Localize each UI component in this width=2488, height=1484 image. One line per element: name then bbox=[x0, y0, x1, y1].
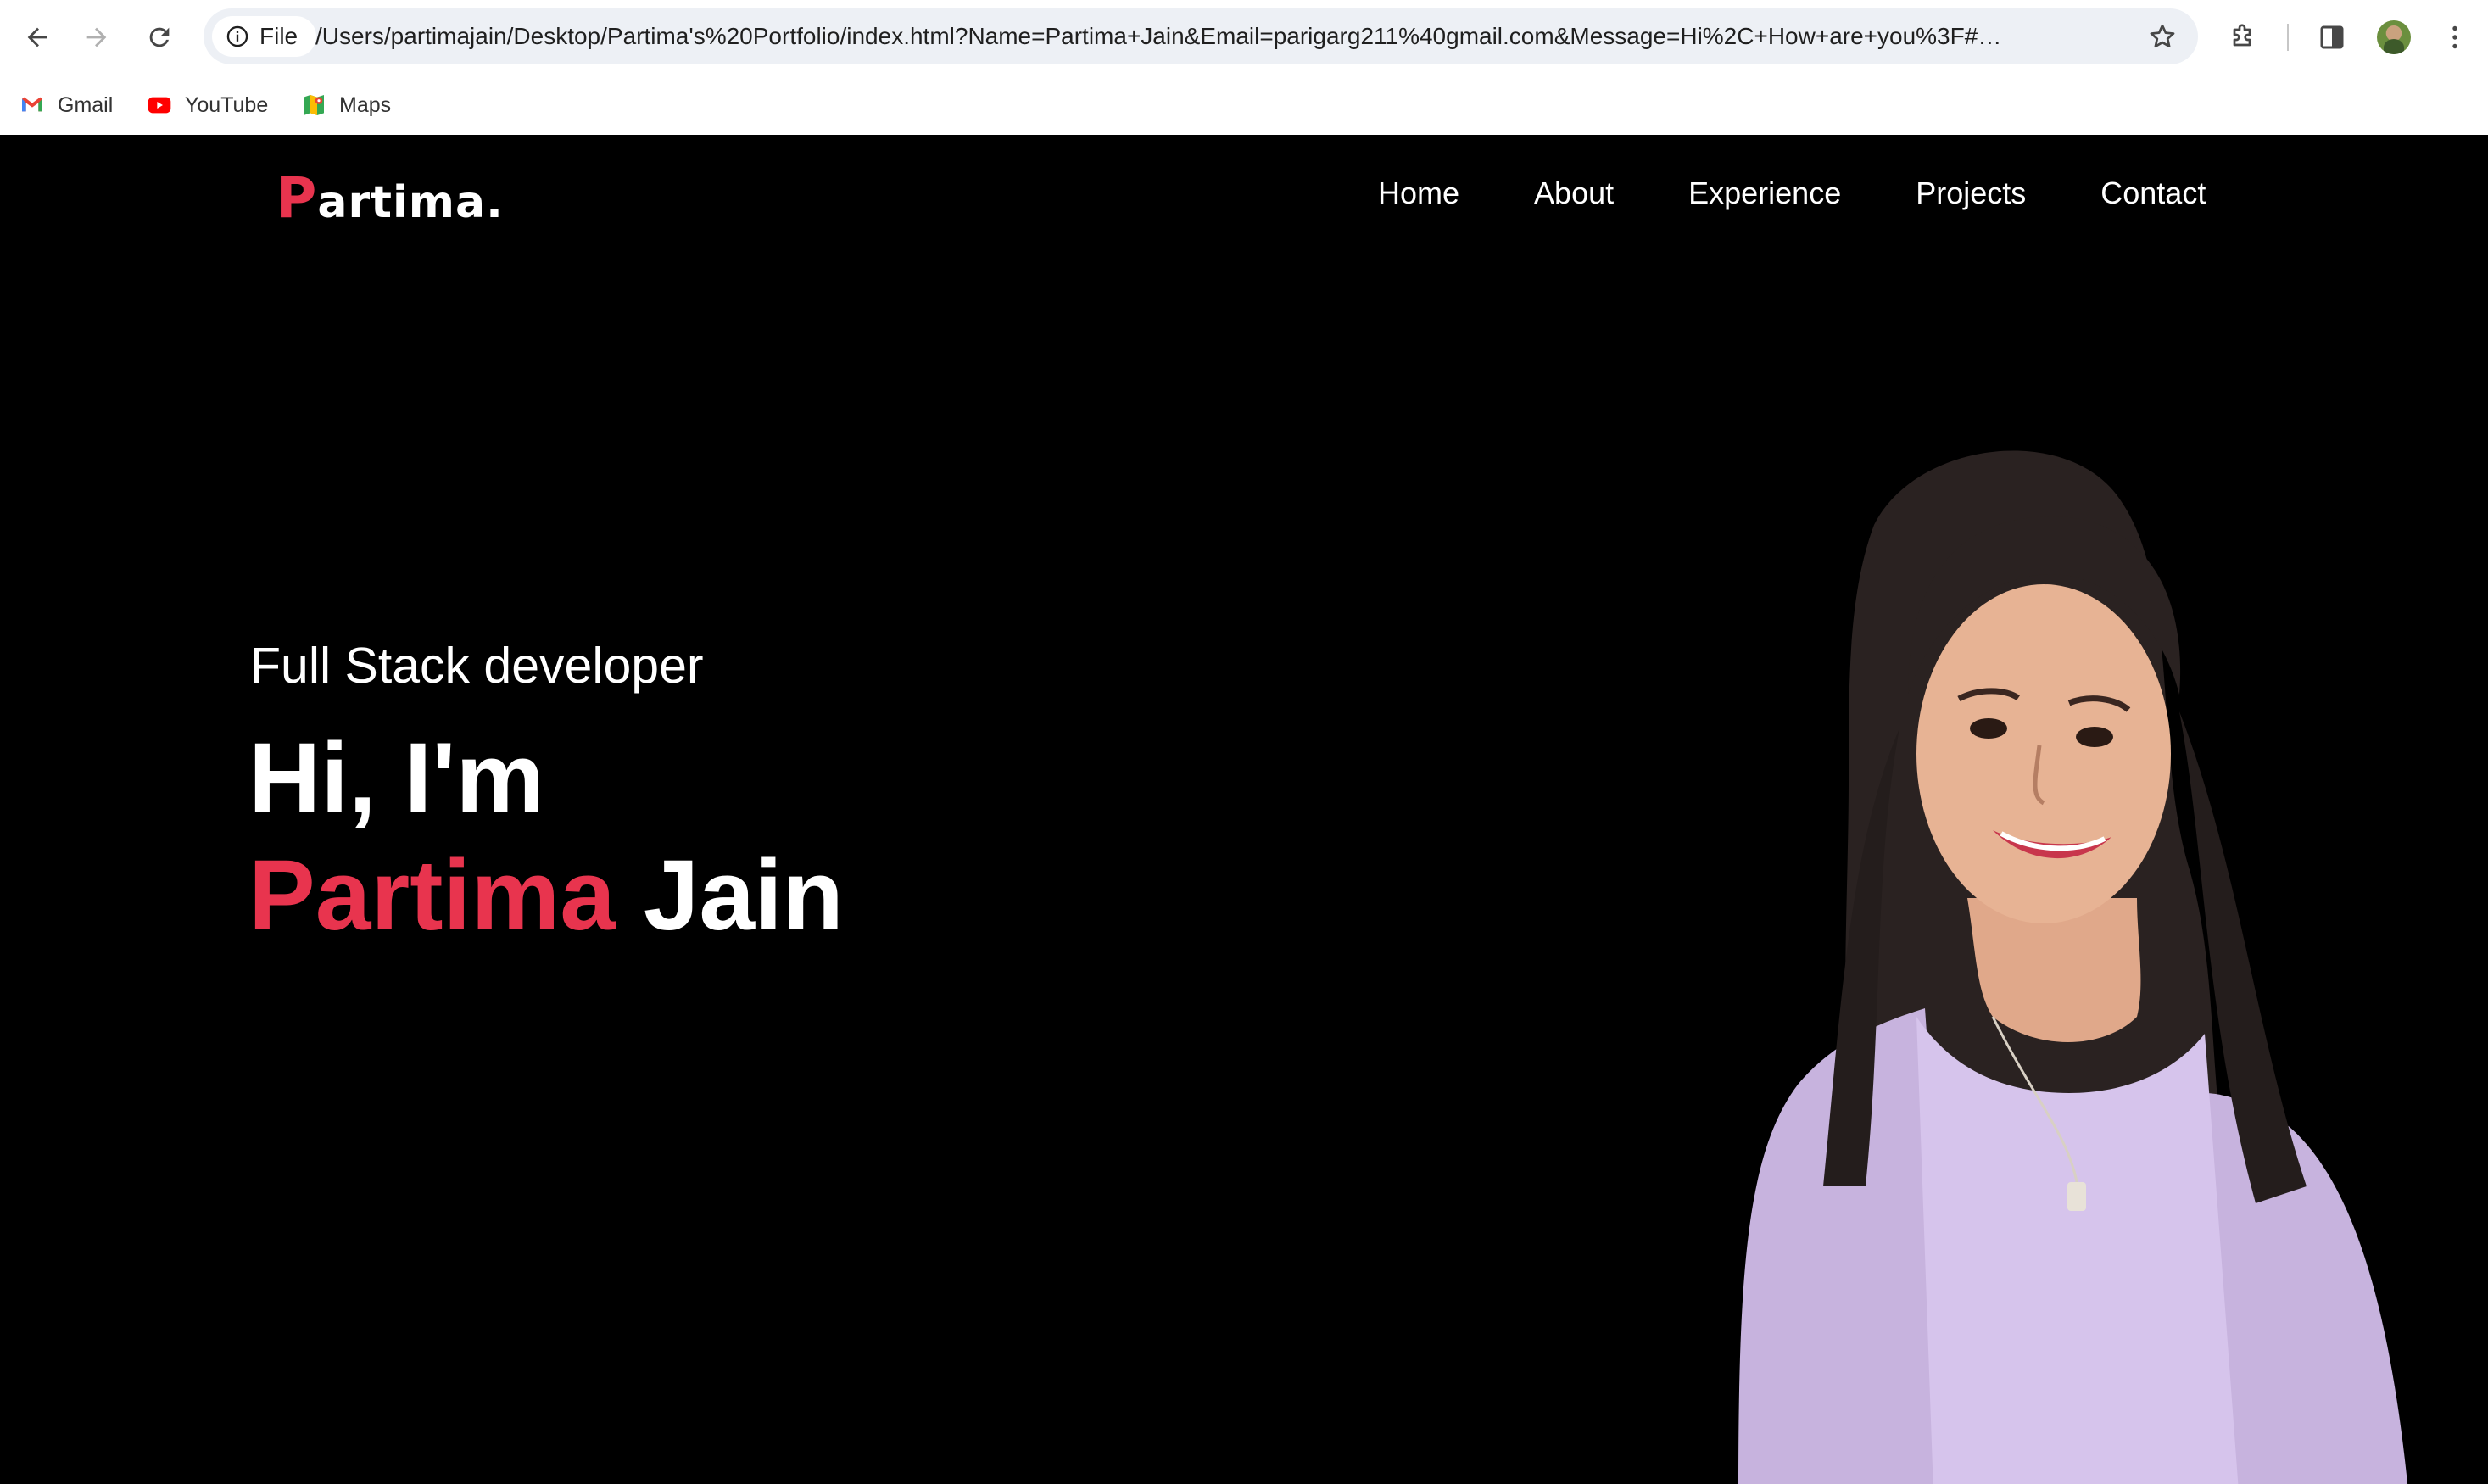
nav-contact[interactable]: Contact bbox=[2100, 176, 2206, 211]
info-icon bbox=[226, 25, 248, 47]
nav-projects[interactable]: Projects bbox=[1916, 176, 2026, 211]
bookmark-label: Gmail bbox=[58, 92, 114, 117]
site-info-chip[interactable]: File bbox=[212, 16, 317, 57]
reload-button[interactable] bbox=[141, 19, 178, 56]
puzzle-icon bbox=[2233, 24, 2251, 47]
back-button[interactable] bbox=[19, 19, 56, 56]
bookmarks-bar: Gmail YouTube Maps bbox=[0, 83, 2488, 127]
bookmark-youtube[interactable]: YouTube bbox=[146, 90, 268, 120]
gmail-icon bbox=[22, 97, 42, 112]
nav-experience[interactable]: Experience bbox=[1688, 176, 1841, 211]
maps-icon bbox=[304, 95, 324, 115]
reload-icon bbox=[149, 27, 170, 47]
url-text[interactable]: /Users/partimajain/Desktop/Partima's%20P… bbox=[315, 8, 2011, 64]
address-bar[interactable]: File /Users/partimajain/Desktop/Partima'… bbox=[204, 8, 2198, 64]
browser-menu-button[interactable] bbox=[2436, 19, 2474, 56]
youtube-icon bbox=[148, 97, 171, 114]
site-logo[interactable]: Partima. bbox=[276, 165, 504, 231]
main-nav: Home About Experience Projects Contact bbox=[1378, 176, 2206, 211]
nav-home[interactable]: Home bbox=[1378, 176, 1459, 211]
logo-initial: P bbox=[276, 165, 318, 231]
bookmark-star-icon[interactable] bbox=[2147, 21, 2178, 52]
forward-button[interactable] bbox=[78, 19, 115, 56]
arrow-right-icon bbox=[86, 27, 107, 47]
hero-subtitle: Full Stack developer bbox=[250, 638, 704, 694]
nav-about[interactable]: About bbox=[1534, 176, 1614, 211]
hero-first-name: Partima bbox=[248, 840, 616, 951]
logo-rest: artima. bbox=[317, 177, 504, 228]
bookmark-maps[interactable]: Maps bbox=[300, 90, 391, 120]
bookmark-label: YouTube bbox=[185, 92, 269, 117]
hero-greeting: Hi, I'm bbox=[248, 722, 545, 834]
extensions-button[interactable] bbox=[2223, 19, 2261, 56]
bookmark-gmail[interactable]: Gmail bbox=[19, 90, 113, 120]
file-chip-label: File bbox=[259, 23, 298, 49]
arrow-left-icon bbox=[27, 27, 47, 47]
side-panel-icon bbox=[2320, 25, 2344, 49]
portrait-image bbox=[1738, 450, 2408, 1484]
hero-last-name: Jain bbox=[643, 840, 844, 951]
portfolio-page: Partima. Home About Experience Projects … bbox=[0, 135, 2488, 1484]
browser-toolbar: File /Users/partimajain/Desktop/Partima'… bbox=[0, 0, 2488, 73]
hero-name: Partima Jain bbox=[248, 845, 844, 946]
more-vertical-icon bbox=[2452, 25, 2457, 49]
profile-avatar[interactable] bbox=[2377, 20, 2411, 54]
toolbar-divider bbox=[2287, 24, 2289, 51]
browser-chrome: File /Users/partimajain/Desktop/Partima'… bbox=[0, 0, 2488, 135]
side-panel-button[interactable] bbox=[2313, 19, 2351, 56]
bookmark-label: Maps bbox=[339, 92, 392, 117]
